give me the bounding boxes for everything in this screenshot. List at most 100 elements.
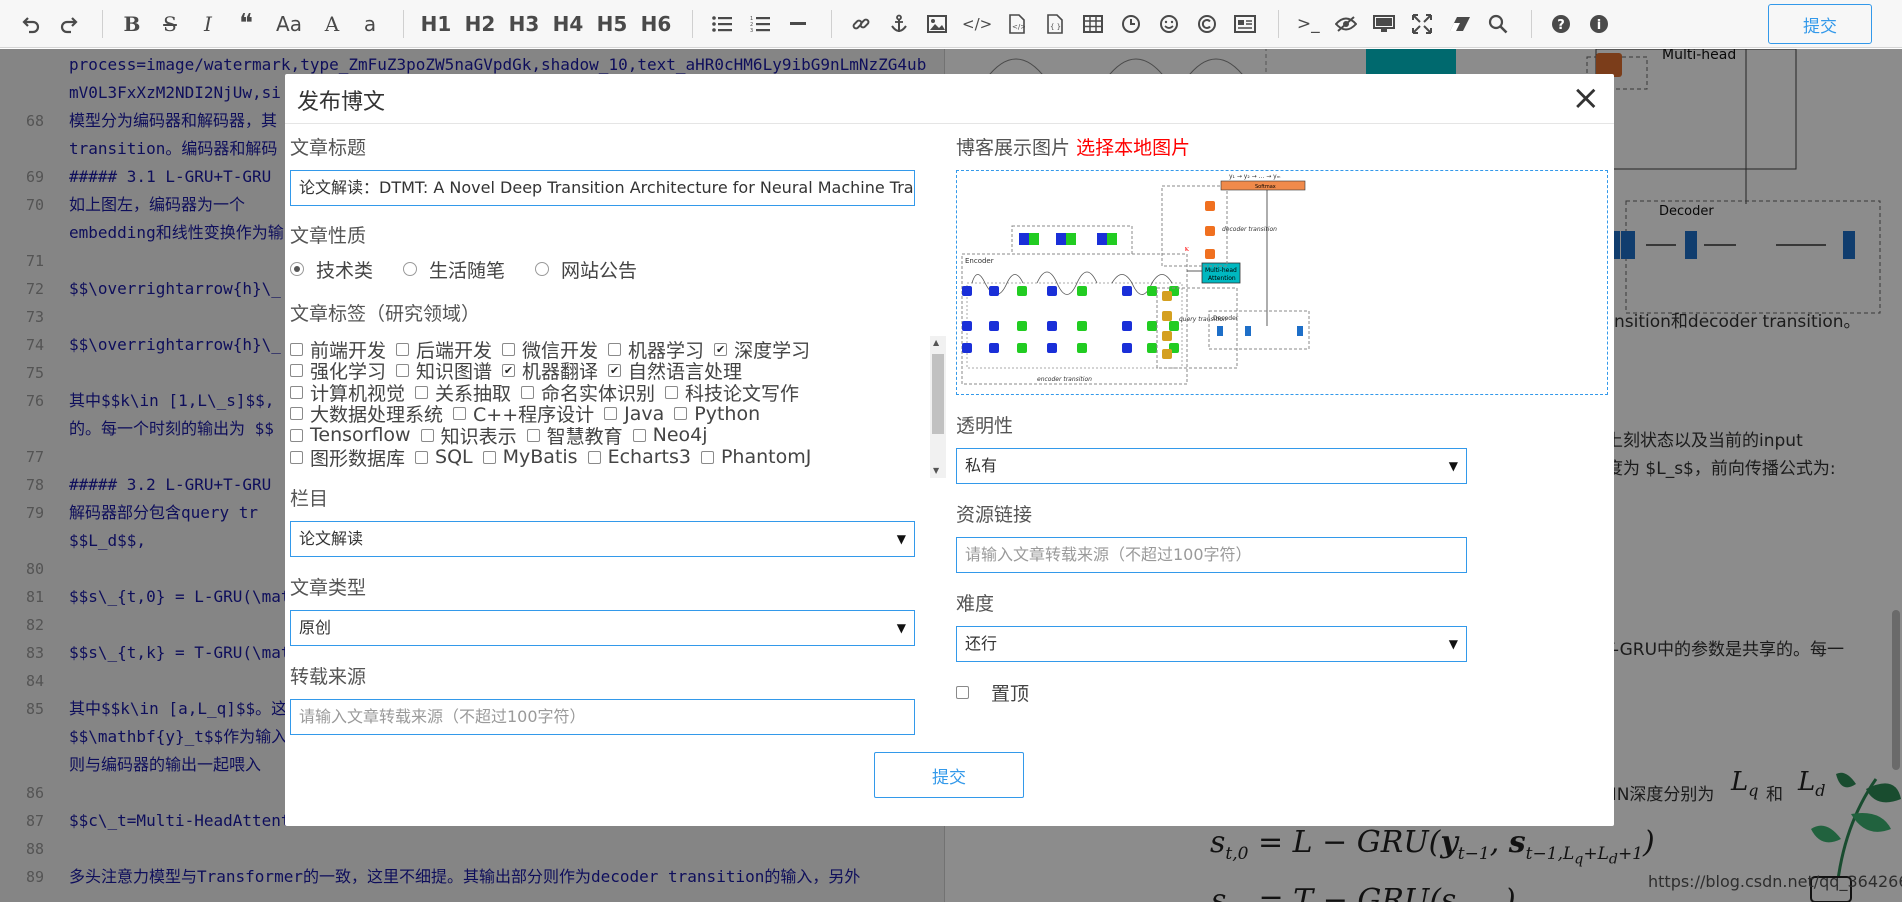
scroll-down-icon[interactable]: ▼ bbox=[933, 466, 939, 475]
nature-option[interactable]: 技术类 bbox=[290, 256, 373, 283]
clear-icon[interactable] bbox=[1443, 4, 1477, 44]
tag-checkbox[interactable] bbox=[396, 342, 410, 356]
tag-checkbox[interactable] bbox=[396, 364, 410, 378]
difficulty-select[interactable]: 还行 ▼ bbox=[956, 626, 1467, 662]
h4-button[interactable]: H4 bbox=[548, 4, 588, 44]
tag-checkbox[interactable] bbox=[502, 342, 516, 356]
tag-option[interactable]: MyBatis bbox=[482, 446, 578, 468]
tag-option[interactable]: SQL bbox=[415, 446, 473, 468]
code-inline-icon[interactable]: </> bbox=[958, 4, 996, 44]
tag-checkbox[interactable] bbox=[290, 407, 303, 421]
h2-button[interactable]: H2 bbox=[460, 4, 500, 44]
italic-icon[interactable]: I bbox=[191, 4, 225, 44]
svg-text:i: i bbox=[1597, 18, 1601, 33]
tag-label: PhantomJS bbox=[720, 446, 810, 468]
tag-checkbox[interactable] bbox=[674, 407, 688, 421]
tag-checkbox[interactable] bbox=[521, 385, 535, 399]
h3-button[interactable]: H3 bbox=[504, 4, 544, 44]
nature-option-label: 生活随笔 bbox=[429, 259, 506, 282]
repost-source-input[interactable]: 请输入文章转载来源（不超过100字符） bbox=[290, 699, 915, 735]
tag-checkbox[interactable] bbox=[482, 450, 496, 464]
nature-option[interactable]: 网站公告 bbox=[535, 256, 637, 283]
tag-checkbox[interactable] bbox=[526, 428, 540, 442]
html-entities-icon[interactable] bbox=[1190, 4, 1224, 44]
image-icon[interactable] bbox=[920, 4, 954, 44]
tags-scrollbar[interactable]: ▲ ▼ bbox=[930, 336, 946, 478]
capitalize-icon[interactable]: A bbox=[315, 4, 349, 44]
redo-icon[interactable] bbox=[52, 4, 86, 44]
search-icon[interactable] bbox=[1481, 4, 1515, 44]
submit-button[interactable]: 提交 bbox=[874, 752, 1024, 798]
h6-button[interactable]: H6 bbox=[636, 4, 676, 44]
pin-checkbox[interactable] bbox=[956, 686, 969, 699]
ordered-list-icon[interactable]: 123 bbox=[743, 4, 777, 44]
article-title-input[interactable]: 论文解读：DTMT: A Novel Deep Transition Archi… bbox=[290, 170, 915, 206]
radio-button[interactable] bbox=[290, 262, 304, 276]
link-icon[interactable] bbox=[844, 4, 878, 44]
help-icon[interactable]: ? bbox=[1544, 4, 1578, 44]
difficulty-value: 还行 bbox=[965, 634, 998, 653]
tag-checkbox[interactable] bbox=[604, 407, 618, 421]
tag-checkbox[interactable] bbox=[290, 364, 303, 378]
tag-checkbox[interactable] bbox=[290, 385, 303, 399]
tag-checkbox[interactable] bbox=[587, 450, 601, 464]
tag-checkbox[interactable] bbox=[420, 428, 434, 442]
quote-icon[interactable]: ❝ bbox=[229, 4, 263, 44]
editor-toolbar: B S I ❝ Aa A a H1 H2 H3 H4 H5 H6 123 </>… bbox=[0, 0, 1902, 48]
tag-option[interactable]: Echarts3 bbox=[587, 446, 691, 468]
choose-local-image-link[interactable]: 选择本地图片 bbox=[1076, 137, 1190, 159]
close-icon[interactable]: × bbox=[1572, 80, 1601, 116]
undo-icon[interactable] bbox=[14, 4, 48, 44]
datetime-icon[interactable] bbox=[1114, 4, 1148, 44]
terminal-icon[interactable]: >_ bbox=[1291, 4, 1325, 44]
h1-button[interactable]: H1 bbox=[416, 4, 456, 44]
tag-checkbox[interactable] bbox=[415, 450, 429, 464]
tag-checkbox[interactable] bbox=[665, 385, 679, 399]
scroll-thumb[interactable] bbox=[932, 354, 944, 434]
tag-checkbox[interactable]: ✔ bbox=[502, 364, 516, 378]
tag-checkbox[interactable]: ✔ bbox=[714, 342, 728, 356]
code-block-icon[interactable]: </> bbox=[1000, 4, 1034, 44]
visibility-select[interactable]: 私有 ▼ bbox=[956, 448, 1467, 484]
preformatted-icon[interactable]: { } bbox=[1038, 4, 1072, 44]
strikethrough-icon[interactable]: S bbox=[153, 4, 187, 44]
uppercase-icon[interactable]: Aa bbox=[267, 4, 311, 44]
article-type-value: 原创 bbox=[299, 618, 332, 637]
article-tags-list: 前端开发 后端开发 微信开发 机器学习 ✔ 深度学习 强化学习 知识图谱 ✔ 机器翻译 ✔ 自然语言处… bbox=[290, 336, 810, 478]
dialog-header: 发布博文 × bbox=[285, 74, 1614, 124]
lowercase-icon[interactable]: a bbox=[353, 4, 387, 44]
tag-checkbox[interactable] bbox=[608, 342, 622, 356]
toolbar-submit-button[interactable]: 提交 bbox=[1768, 4, 1872, 44]
unordered-list-icon[interactable] bbox=[705, 4, 739, 44]
preview-icon[interactable] bbox=[1367, 4, 1401, 44]
scroll-up-icon[interactable]: ▲ bbox=[933, 338, 939, 347]
tag-option[interactable]: 图形数据库 bbox=[290, 444, 405, 471]
radio-button[interactable] bbox=[403, 262, 418, 276]
table-icon[interactable] bbox=[1076, 4, 1110, 44]
tag-checkbox[interactable] bbox=[290, 342, 303, 356]
svg-text:decoder transition: decoder transition bbox=[1222, 226, 1277, 233]
radio-button[interactable] bbox=[535, 262, 550, 276]
tag-checkbox[interactable] bbox=[415, 385, 429, 399]
emoji-icon[interactable] bbox=[1152, 4, 1186, 44]
bold-icon[interactable]: B bbox=[115, 4, 149, 44]
horizontal-rule-icon[interactable] bbox=[781, 4, 815, 44]
tag-checkbox[interactable] bbox=[290, 450, 303, 464]
tag-checkbox[interactable] bbox=[453, 407, 467, 421]
article-type-select[interactable]: 原创 ▼ bbox=[290, 610, 915, 646]
column-select[interactable]: 论文解读 ▼ bbox=[290, 521, 915, 557]
tag-checkbox[interactable] bbox=[700, 450, 714, 464]
pagebreak-icon[interactable] bbox=[1228, 4, 1262, 44]
anchor-icon[interactable] bbox=[882, 4, 916, 44]
tag-checkbox[interactable] bbox=[632, 428, 646, 442]
info-icon[interactable]: i bbox=[1582, 4, 1616, 44]
h5-button[interactable]: H5 bbox=[592, 4, 632, 44]
fullscreen-icon[interactable] bbox=[1405, 4, 1439, 44]
pin-checkbox-row[interactable]: 置顶 bbox=[956, 679, 1029, 706]
nature-option[interactable]: 生活随笔 bbox=[403, 256, 505, 283]
tag-checkbox[interactable] bbox=[290, 428, 303, 442]
resource-link-input[interactable]: 请输入文章转载来源（不超过100字符） bbox=[956, 537, 1467, 573]
tag-checkbox[interactable]: ✔ bbox=[608, 364, 622, 378]
watch-icon[interactable] bbox=[1329, 4, 1363, 44]
tag-option[interactable]: PhantomJS bbox=[700, 446, 810, 468]
